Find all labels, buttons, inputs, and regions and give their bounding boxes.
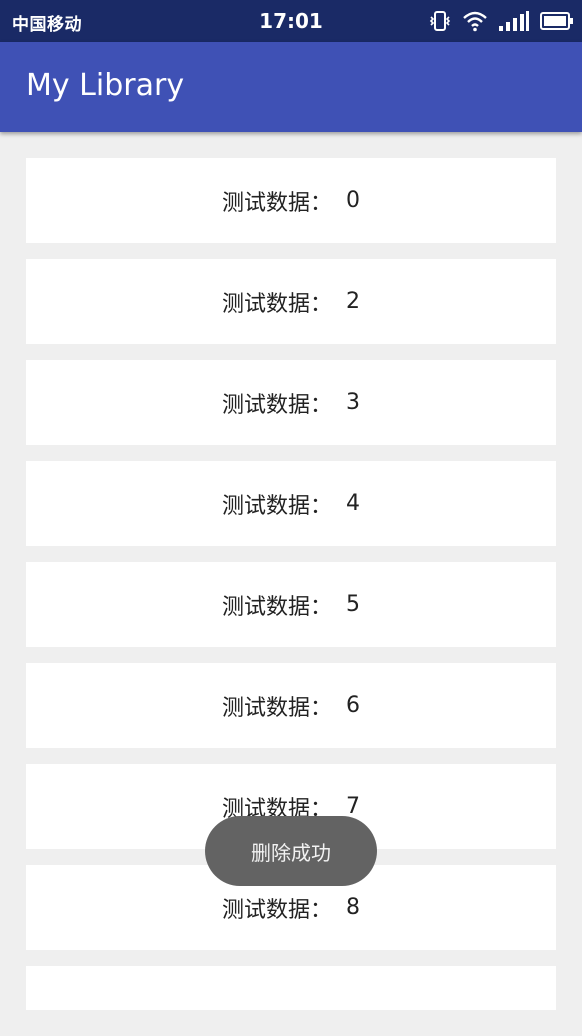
list-item[interactable]: 测试数据： 0	[26, 158, 556, 243]
list-item-value: 7	[346, 794, 360, 819]
vibrate-icon	[428, 9, 452, 33]
list-item-value: 0	[346, 188, 360, 213]
list-item-label: 测试数据：	[221, 190, 332, 216]
list-item-label: 测试数据：	[221, 493, 332, 519]
list-item-label: 测试数据：	[221, 897, 332, 923]
list-item[interactable]: 测试数据： 5	[26, 562, 556, 647]
app-title: My Library	[26, 68, 185, 103]
status-bar: 中国移动 17:01	[0, 0, 582, 42]
list-item[interactable]	[26, 966, 556, 1010]
list-item[interactable]: 测试数据： 3	[26, 360, 556, 445]
list-item-value: 4	[346, 491, 360, 516]
list-item[interactable]: 测试数据： 6	[26, 663, 556, 748]
wifi-icon	[462, 10, 488, 32]
list-item-label: 测试数据：	[221, 392, 332, 418]
list-item-value: 2	[346, 289, 360, 314]
list-item[interactable]: 测试数据： 2	[26, 259, 556, 344]
data-list[interactable]: 测试数据： 0 测试数据： 2 测试数据： 3 测试数据： 4 测试数据： 5 …	[0, 132, 582, 1036]
app-bar: My Library	[0, 42, 582, 132]
battery-icon	[540, 11, 574, 31]
list-item[interactable]: 测试数据： 4	[26, 461, 556, 546]
list-item-value: 5	[346, 592, 360, 617]
toast-message: 删除成功	[205, 816, 377, 886]
list-item-value: 3	[346, 390, 360, 415]
list-item-value: 6	[346, 693, 360, 718]
signal-icon	[498, 10, 530, 32]
list-item-label: 测试数据：	[221, 695, 332, 721]
list-item-value: 8	[346, 895, 360, 920]
list-item-label: 测试数据：	[221, 594, 332, 620]
status-icons	[428, 8, 574, 34]
list-item-label: 测试数据：	[221, 291, 332, 317]
